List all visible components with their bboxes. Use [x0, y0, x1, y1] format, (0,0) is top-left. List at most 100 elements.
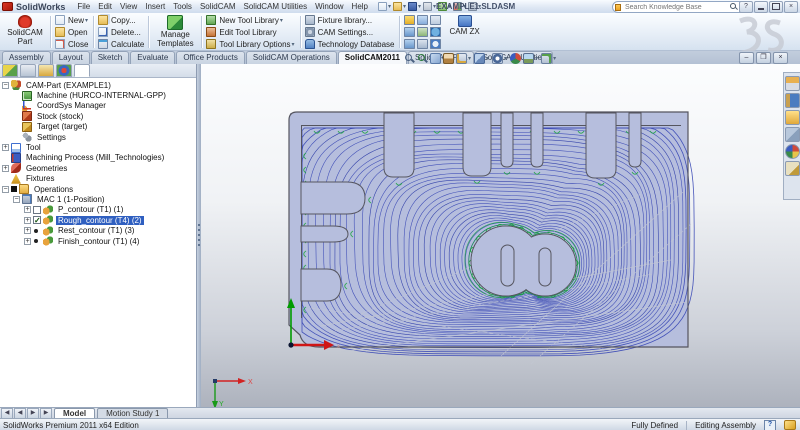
tree-item-operations[interactable]: − Operations	[0, 184, 196, 195]
menu-solidcam[interactable]: SolidCAM	[196, 2, 240, 11]
fixture-library-button[interactable]: Fixture library...	[304, 14, 395, 26]
minimize-button[interactable]	[754, 1, 768, 13]
tab-layout[interactable]: Layout	[51, 51, 90, 64]
menu-edit[interactable]: Edit	[94, 2, 116, 11]
doc-minimize-button[interactable]: –	[739, 52, 754, 64]
cam-view-grid-icon-8[interactable]	[416, 38, 428, 49]
tree-item-coordsys-manager[interactable]: CoordSys Manager	[0, 100, 196, 111]
calculate-button[interactable]: Calculate	[98, 38, 144, 50]
search-input[interactable]	[623, 2, 730, 12]
cam-view-grid-icon-1[interactable]	[403, 14, 415, 25]
zoom-fit-button[interactable]	[404, 53, 415, 64]
search-icon[interactable]	[729, 3, 738, 11]
taskpane-home-icon[interactable]	[784, 76, 800, 91]
tree-item-geometries[interactable]: + Geometries	[0, 163, 196, 174]
collapse-icon[interactable]: −	[2, 185, 9, 193]
zoom-area-button[interactable]	[417, 53, 428, 64]
status-tag-icon[interactable]	[784, 420, 796, 430]
graphics-viewport[interactable]: ▾ ▾ ▾ ▾ ▾ x X Y	[201, 53, 800, 409]
cam-view-grid-icon-6[interactable]	[429, 26, 441, 37]
cam-view-grid-icon-4[interactable]	[403, 26, 415, 37]
featuremanager-tab-icon[interactable]	[2, 64, 18, 77]
cam-view-grid-icon-2[interactable]	[416, 14, 428, 25]
tab-sketch[interactable]: Sketch	[90, 51, 130, 64]
menu-solidcam-utilities[interactable]: SolidCAM Utilities	[240, 2, 312, 11]
menu-view[interactable]: View	[116, 2, 141, 11]
tool-library-options-button[interactable]: Tool Library Options ▾	[206, 38, 295, 50]
tree-item-machining-process-mill-technologies-[interactable]: Machining Process (Mill_Technologies)	[0, 152, 196, 163]
close-button[interactable]: ×	[784, 1, 798, 13]
view-orientation-button[interactable]: ▾	[456, 53, 472, 64]
cam-view-grid-icon-3[interactable]	[429, 14, 441, 25]
edit-tool-library-button[interactable]: Edit Tool Library	[206, 26, 295, 38]
cam-settings-button[interactable]: CAM Settings...	[304, 26, 395, 38]
expand-icon[interactable]: +	[24, 227, 31, 235]
status-help-icon[interactable]: ?	[764, 419, 776, 430]
appearances-tab-icon[interactable]	[56, 64, 72, 77]
cam-view-grid-icon-7[interactable]	[403, 38, 415, 49]
viewport-canvas[interactable]: x X Y	[201, 64, 800, 409]
restore-button[interactable]	[769, 1, 783, 13]
expand-icon[interactable]: +	[24, 206, 31, 214]
hide-show-button[interactable]: ▾	[492, 53, 508, 64]
expand-icon[interactable]: +	[2, 144, 9, 152]
section-view-button[interactable]	[443, 53, 454, 64]
view-settings-button[interactable]: ▾	[541, 53, 557, 64]
checked-checkbox[interactable]: ✓	[33, 216, 41, 225]
display-style-button[interactable]: ▾	[474, 53, 490, 64]
tab-assembly[interactable]: Assembly	[2, 51, 51, 64]
menu-file[interactable]: File	[73, 2, 94, 11]
menu-help[interactable]: Help	[348, 2, 372, 11]
cam-view-grid-icon-5[interactable]	[416, 26, 428, 37]
tree-item-p-contour-t1-1-[interactable]: + P_contour (T1) (1)	[0, 204, 196, 215]
expand-icon[interactable]: +	[2, 164, 9, 172]
cam-view-grid-icon-9[interactable]	[429, 38, 441, 49]
new-doc-button[interactable]: ▾	[378, 2, 392, 11]
tree-item-machine-hurco-internal-gpp-[interactable]: Machine (HURCO-INTERNAL-GPP)	[0, 90, 196, 101]
new-tool-library-button[interactable]: New Tool Library ▾	[206, 14, 295, 26]
tree-item-rest-contour-t1-3-[interactable]: + Rest_contour (T1) (3)	[0, 225, 196, 236]
manage-templates-button[interactable]: Manage Templates	[149, 14, 201, 50]
doc-close-button[interactable]: ×	[773, 52, 788, 64]
taskpane-library-icon[interactable]	[784, 93, 800, 108]
collapse-icon[interactable]: −	[2, 81, 9, 89]
cam-zx-button[interactable]: CAM ZX	[446, 14, 484, 50]
tree-item-cam-part-example1-[interactable]: − CAM-Part (EXAMPLE1)	[0, 80, 196, 91]
open-doc-button[interactable]: ▾	[393, 2, 407, 11]
tree-item-stock-stock-[interactable]: Stock (stock)	[0, 111, 196, 122]
help-button[interactable]: ?	[739, 1, 753, 13]
expand-icon[interactable]: +	[24, 237, 31, 245]
taskpane-folder-icon[interactable]	[784, 110, 800, 125]
new-button[interactable]: New ▾	[55, 14, 89, 26]
tree-item-target-target-[interactable]: Target (target)	[0, 121, 196, 132]
tab-evaluate[interactable]: Evaluate	[130, 51, 176, 64]
previous-view-button[interactable]	[430, 53, 441, 64]
menu-insert[interactable]: Insert	[141, 2, 169, 11]
menu-window[interactable]: Window	[311, 2, 347, 11]
collapse-icon[interactable]: −	[13, 195, 20, 203]
tree-item-rough-contour-t4-2-[interactable]: + ✓ Rough_contour (T4) (2)	[0, 215, 196, 226]
propertymanager-tab-icon[interactable]	[20, 64, 36, 77]
tree-item-mac-1-1-position-[interactable]: − MAC 1 (1-Position)	[0, 194, 196, 205]
scene-button[interactable]: ▾	[523, 53, 539, 64]
save-button[interactable]: ▾	[408, 2, 422, 11]
tree-item-settings[interactable]: Settings	[0, 132, 196, 143]
delete-button[interactable]: Delete...	[98, 26, 144, 38]
technology-database-button[interactable]: Technology Database	[304, 38, 395, 50]
tree-item-tool[interactable]: + Tool	[0, 142, 196, 153]
close-doc-button[interactable]: Close	[55, 38, 89, 50]
tab-office-products[interactable]: Office Products	[176, 51, 245, 64]
tree-item-fixtures[interactable]: Fixtures	[0, 173, 196, 184]
edit-appearance-button[interactable]	[510, 53, 522, 64]
solidcam-part-button[interactable]: SolidCAM Part	[0, 14, 50, 50]
expand-icon[interactable]: +	[24, 216, 31, 224]
taskpane-props-icon[interactable]	[784, 161, 800, 176]
copy-button[interactable]: Copy...	[98, 14, 144, 26]
configurationmanager-tab-icon[interactable]	[38, 64, 54, 77]
taskpane-appearance-icon[interactable]	[784, 144, 800, 159]
solidcam-manager-tab-icon[interactable]	[74, 64, 90, 77]
tab-solidcam-operations[interactable]: SolidCAM Operations	[245, 51, 337, 64]
tree-item-finish-contour-t1-4-[interactable]: + Finish_contour (T1) (4)	[0, 236, 196, 247]
taskpane-palette-icon[interactable]	[784, 127, 800, 142]
open-button[interactable]: Open	[55, 26, 89, 38]
